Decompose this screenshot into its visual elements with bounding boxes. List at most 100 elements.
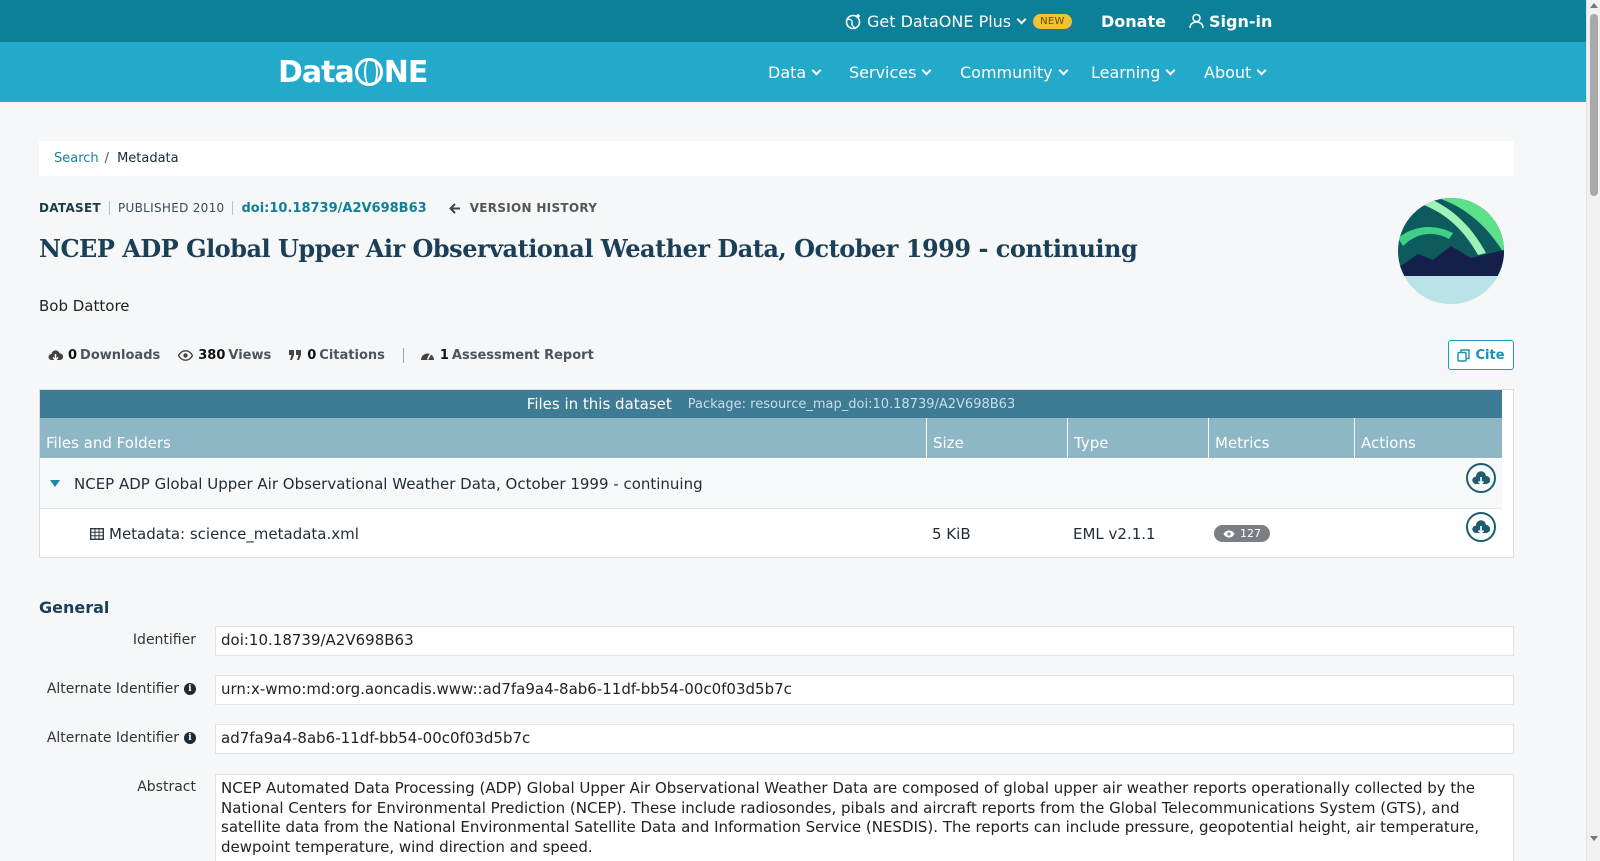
alternate-identifier-value-1: urn:x-wmo:md:org.aoncadis.www::ad7fa9a4-… [215,675,1514,705]
nav-learning[interactable]: Learning [1091,42,1176,102]
views-label: Views [228,347,272,363]
chevron-down-icon [1016,14,1027,24]
col-type[interactable]: Type [1068,418,1209,458]
nav-community[interactable]: Community [960,42,1069,102]
files-table: Files in this dataset Package: resource_… [39,389,1514,558]
cloud-download-icon[interactable] [1466,512,1496,542]
alternate-identifier-label-1: Alternate Identifier i [39,680,196,698]
abstract-label: Abstract [39,778,196,796]
sign-in-label: Sign-in [1209,11,1273,31]
logo-text-right: NE [383,54,429,90]
portal-logo-image[interactable] [1398,198,1504,304]
page-scrollbar[interactable] [1586,0,1600,861]
eye-icon [1223,530,1235,538]
breadcrumb-separator: / [104,151,110,166]
alt-label-text-1: Alternate Identifier [46,681,179,697]
version-history-link[interactable]: VERSION HISTORY [448,201,598,215]
new-badge: NEW [1033,13,1072,29]
chevron-down-icon [1058,65,1069,75]
citations-count: 0 [307,347,317,363]
nav-about[interactable]: About [1204,42,1267,102]
doi-link[interactable]: doi:10.18739/A2V698B63 [241,201,426,216]
cite-button[interactable]: Cite [1448,340,1514,370]
views-stat: 380 Views [178,348,271,363]
triangle-down-icon[interactable] [50,459,60,508]
scroll-thumb[interactable] [1590,14,1598,196]
alt-label-text-2: Alternate Identifier [46,730,179,746]
main-navbar: Data NE Data Services Community Learning… [0,42,1586,102]
dataset-type-label: DATASET [39,201,101,215]
views-count: 380 [198,347,226,363]
downloads-label: Downloads [80,347,161,363]
meta-divider [232,201,234,215]
file-metrics: 127 [1214,509,1270,558]
assessment-count: 1 [439,347,449,363]
breadcrumb-search-link[interactable]: Search [54,151,99,166]
donate-link[interactable]: Donate [1101,0,1166,42]
dataset-stats: 0 Downloads 380 Views 0 Citations 1 Asse… [48,346,612,364]
alternate-identifier-value-2: ad7fa9a4-8ab6-11df-bb54-00c0f03d5b7c [215,724,1514,754]
scroll-up-icon[interactable] [1590,3,1598,8]
col-actions[interactable]: Actions [1355,418,1502,458]
dataone-logo[interactable]: Data NE [278,52,429,92]
info-icon[interactable]: i [184,732,196,744]
file-size: 5 KiB [932,524,971,543]
dataset-meta-line: DATASET PUBLISHED 2010 doi:10.18739/A2V6… [39,199,597,217]
folder-name[interactable]: NCEP ADP Global Upper Air Observational … [74,459,703,508]
chevron-down-icon [922,65,932,75]
file-row[interactable]: Metadata: science_metadata.xml 5 KiB EML… [40,509,1502,558]
version-history-label: VERSION HISTORY [469,201,598,215]
views-badge-count: 127 [1240,527,1261,540]
arrow-left-icon [448,202,461,214]
folder-row[interactable]: NCEP ADP Global Upper Air Observational … [40,459,1502,509]
cite-label: Cite [1475,347,1505,363]
nav-about-label: About [1204,62,1252,82]
nav-services[interactable]: Services [849,42,932,102]
top-utility-bar: Get DataONE Plus NEW Donate Sign-in [0,0,1586,42]
identifier-label-text: Identifier [132,632,196,648]
scroll-down-icon[interactable] [1590,836,1598,841]
get-dataone-plus-menu[interactable]: Get DataONE Plus NEW [845,0,1072,42]
table-icon [90,509,104,558]
chevron-down-icon [1256,65,1267,75]
gauge-icon [420,349,435,361]
logo-text-left: Data [278,54,355,90]
nav-services-label: Services [849,62,917,82]
identifier-value: doi:10.18739/A2V698B63 [215,626,1514,656]
nav-learning-label: Learning [1091,62,1161,82]
nav-data-label: Data [768,62,807,82]
assessment-report-link[interactable]: 1 Assessment Report [420,348,594,363]
quote-icon [289,349,302,361]
globe-logo-icon [354,58,383,86]
nav-data[interactable]: Data [768,42,822,102]
citations-label: Citations [319,347,385,363]
info-icon[interactable]: i [184,683,196,695]
get-dataone-plus-label: Get DataONE Plus [867,11,1012,31]
dataset-title: NCEP ADP Global Upper Air Observational … [39,234,1138,263]
views-badge: 127 [1214,525,1270,542]
col-files-folders[interactable]: Files and Folders [40,418,927,458]
abstract-text: NCEP Automated Data Processing (ADP) Glo… [215,774,1514,861]
col-metrics[interactable]: Metrics [1209,418,1355,458]
chevron-down-icon [1166,65,1176,75]
alternate-identifier-label-2: Alternate Identifier i [39,729,196,747]
cloud-download-icon[interactable] [1466,463,1496,493]
identifier-label: Identifier [39,631,196,649]
published-year: PUBLISHED 2010 [117,201,225,215]
breadcrumb: Search / Metadata [39,141,1514,176]
sign-in-link[interactable]: Sign-in [1189,0,1272,42]
package-id: Package: resource_map_doi:10.18739/A2V69… [687,396,1016,412]
downloads-count: 0 [68,347,78,363]
citations-stat: 0 Citations [289,348,385,363]
copy-icon [1457,348,1471,362]
dataset-author[interactable]: Bob Dattore [39,297,130,315]
chevron-down-icon [811,65,822,75]
nav-community-label: Community [960,62,1053,82]
user-icon [1189,13,1204,29]
file-type: EML v2.1.1 [1073,524,1156,543]
col-size[interactable]: Size [927,418,1068,458]
stats-divider [402,347,404,363]
cloud-download-icon [48,349,63,361]
file-name-link[interactable]: Metadata: science_metadata.xml [109,509,359,558]
assessment-label: Assessment Report [451,347,594,363]
